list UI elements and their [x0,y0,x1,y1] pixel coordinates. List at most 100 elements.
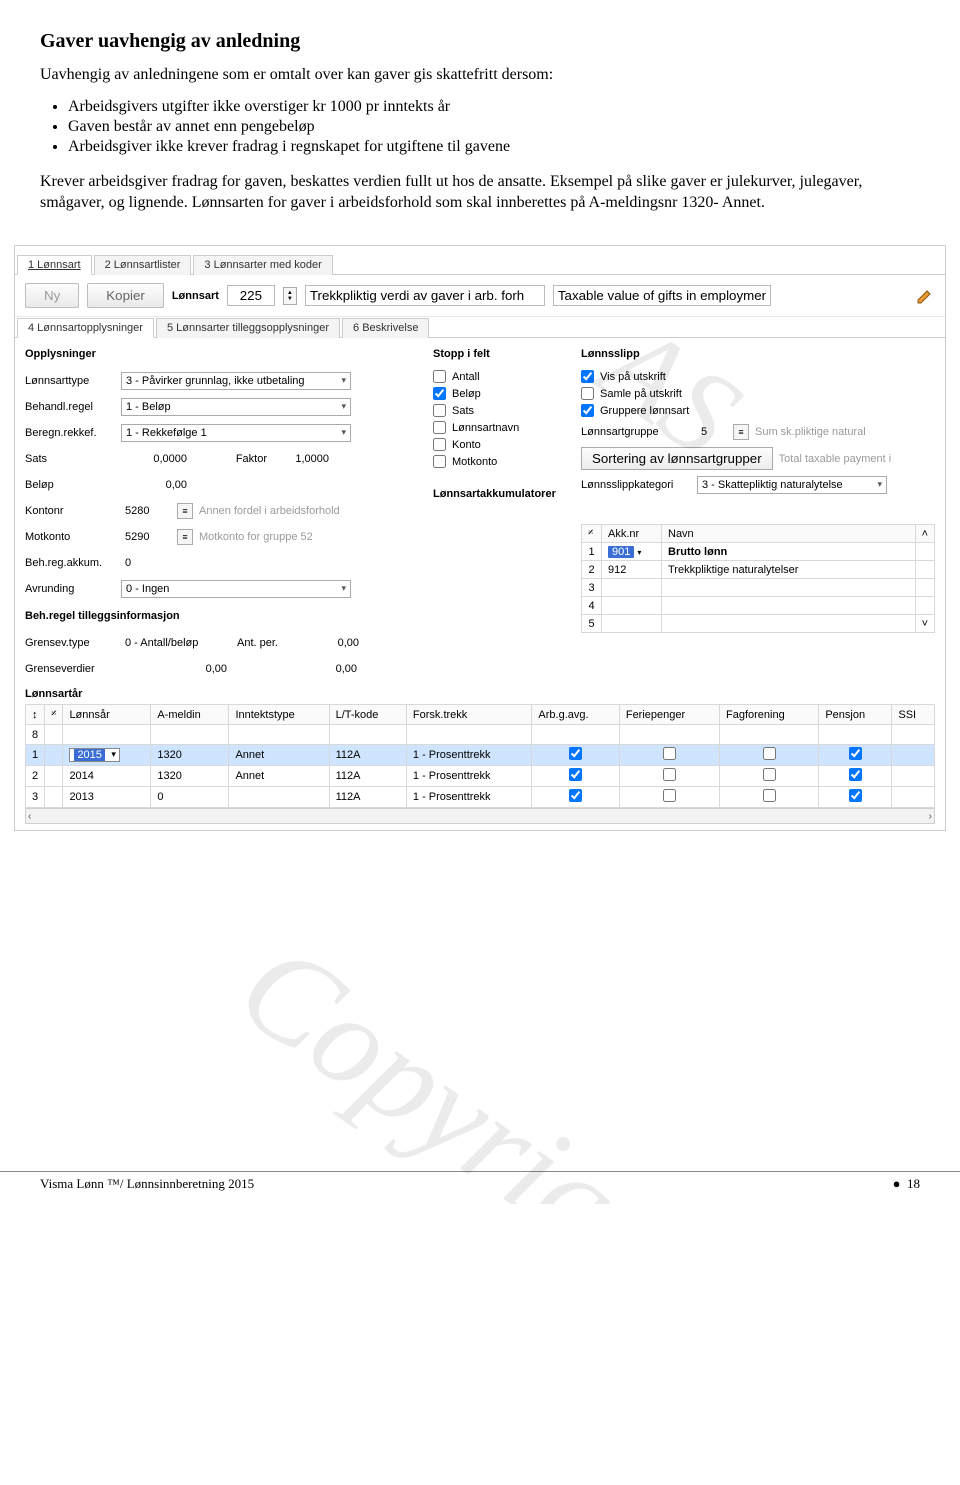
field-label: Sats [25,453,115,465]
table-row[interactable]: 5˅ [582,615,935,633]
col-header[interactable]: Inntektstype [229,705,329,725]
section-heading: Opplysninger [25,348,415,360]
kontonr-value: 5280 [121,503,171,519]
tab-beskrivelse[interactable]: 6 Beskrivelse [342,318,429,338]
scroll-left-icon[interactable]: ‹ [28,811,31,822]
lonnsartgruppe-value: 5 [697,424,727,440]
field-label: Lønnsslippkategori [581,479,691,491]
table-row[interactable]: 1901 ▾Brutto lønn [582,543,935,561]
table-row[interactable]: 320130112A1 - Prosenttrekk [26,787,935,808]
field-label: Grensev.type [25,637,115,649]
table-row[interactable]: 2912Trekkpliktige naturalytelser [582,561,935,579]
col-header[interactable]: Fagforening [720,705,819,725]
belop-value: 0,00 [121,477,191,493]
akkum-heading: Lønnsartakkumulatorer [433,488,563,500]
field-label: Avrunding [25,583,115,595]
field-label: Ant. per. [237,637,307,649]
col-header[interactable]: SSI [892,705,935,725]
chk-antall[interactable]: Antall [433,370,563,383]
akkumulator-table: 𝄎 Akk.nr Navn ˄ 1901 ▾Brutto lønn2912Tre… [581,524,935,633]
field-label: Lønnsarttype [25,375,115,387]
doc-bullet: Arbeidsgivers utgifter ikke overstiger k… [68,98,920,116]
lookup-icon[interactable]: ≡ [177,503,193,519]
tab-opplysninger[interactable]: 4 Lønnsartopplysninger [17,318,154,338]
subsection-heading: Beh.regel tilleggsinformasjon [25,610,415,622]
chk-belop[interactable]: Beløp [433,387,563,400]
footer-right: ● 18 [893,1176,920,1192]
doc-heading: Gaver uavhengig av anledning [40,30,920,53]
behregakkum-value: 0 [121,555,135,571]
lonnsart-number-input[interactable] [227,285,275,306]
document-text: Gaver uavhengig av anledning Uavhengig a… [0,0,960,235]
tab-lonnsarter-med-koder[interactable]: 3 Lønnsarter med koder [193,255,332,275]
col-header[interactable]: Lønnsår [63,705,151,725]
spinner-icon[interactable]: ▲▼ [283,287,297,305]
col-header[interactable]: L/T-kode [329,705,406,725]
lonnsart-desc-en-input[interactable] [553,285,771,306]
beregnrekkef-dropdown[interactable]: 1 - Rekkefølge 1 [121,424,351,442]
grenseverdier-v1: 0,00 [121,661,231,677]
chk-samle-utskrift[interactable]: Samle på utskrift [581,387,935,400]
field-label: Beregn.rekkef. [25,427,115,439]
chk-motkonto[interactable]: Motkonto [433,455,563,468]
app-window: 1 Lønnsart 2 Lønnsartlister 3 Lønnsarter… [14,245,946,831]
chk-lonnsartnavn[interactable]: Lønnsartnavn [433,421,563,434]
col-header[interactable]: Pensjon [819,705,892,725]
tab-tillegg[interactable]: 5 Lønnsarter tilleggsopplysninger [156,318,340,338]
lonnsart-desc-input[interactable] [305,285,545,306]
copy-button[interactable]: Kopier [87,283,164,308]
avrunding-dropdown[interactable]: 0 - Ingen [121,580,351,598]
field-label: Beh.reg.akkum. [25,557,115,569]
section-heading: Lønnsartår [15,684,945,704]
chk-sats[interactable]: Sats [433,404,563,417]
field-label: Lønnsartgruppe [581,426,691,438]
scroll-up-icon[interactable]: ˄ [915,525,934,543]
table-row[interactable]: 120151320Annet112A1 - Prosenttrekk [26,745,935,766]
lonnsartar-table: ↕𝄎LønnsårA-meldinInntektstypeL/T-kodeFor… [25,704,935,808]
page-footer: Visma Lønn ™/ Lønnsinnberetning 2015 ● 1… [0,1171,960,1204]
horizontal-scrollbar[interactable]: ‹ › [25,808,935,824]
tab-lonnsart[interactable]: 1 Lønnsart [17,255,92,275]
section-heading: Lønnsslipp [581,348,935,360]
lonnsartgruppe-hint: Sum sk.pliktige natural [755,426,866,438]
section-heading: Stopp i felt [433,348,563,360]
doc-bullet: Arbeidsgiver ikke krever fradrag i regns… [68,138,920,156]
toolbar: Ny Kopier Lønnsart ▲▼ [15,275,945,317]
scroll-right-icon[interactable]: › [929,811,932,822]
sortering-button[interactable]: Sortering av lønnsartgrupper [581,447,773,470]
col-header[interactable]: Arb.g.avg. [532,705,619,725]
field-label: Behandl.regel [25,401,115,413]
lonnsslippkategori-dropdown[interactable]: 3 - Skattepliktig naturalytelse [697,476,887,494]
col-header[interactable]: A-meldin [151,705,229,725]
form-area: Opplysninger Lønnsarttype 3 - Påvirker g… [15,338,945,684]
scroll-down-icon[interactable]: ˅ [915,615,934,633]
chk-konto[interactable]: Konto [433,438,563,451]
sats-value: 0,0000 [121,451,191,467]
motkonto-hint: Motkonto for gruppe 52 [199,531,313,543]
col-akknr: Akk.nr [602,525,662,543]
sort-icon[interactable]: ↕ [26,705,45,725]
tab-lonnsartlister[interactable]: 2 Lønnsartlister [94,255,192,275]
edit-icon[interactable] [915,286,935,306]
field-label: Kontonr [25,505,115,517]
faktor-value: 1,0000 [273,451,333,467]
behandlregel-dropdown[interactable]: 1 - Beløp [121,398,351,416]
col-paperclip-icon: 𝄎 [582,525,602,543]
table-row[interactable]: 8 [26,725,935,745]
new-button[interactable]: Ny [25,283,79,308]
chk-gruppere[interactable]: Gruppere lønnsart [581,404,935,417]
col-navn: Navn [662,525,916,543]
table-row[interactable]: 220141320Annet112A1 - Prosenttrekk [26,766,935,787]
sortering-hint: Total taxable payment i [779,453,892,465]
doc-intro: Uavhengig av anledningene som er omtalt … [40,65,920,86]
col-header[interactable]: Feriepenger [619,705,719,725]
tabbar-primary: 1 Lønnsart 2 Lønnsartlister 3 Lønnsarter… [15,254,945,275]
lonnsarttype-dropdown[interactable]: 3 - Påvirker grunnlag, ikke utbetaling [121,372,351,390]
table-row[interactable]: 3 [582,579,935,597]
table-row[interactable]: 4 [582,597,935,615]
col-header[interactable]: Forsk.trekk [406,705,532,725]
lookup-icon[interactable]: ≡ [177,529,193,545]
paperclip-icon[interactable]: 𝄎 [45,705,63,725]
chk-vis-utskrift[interactable]: Vis på utskrift [581,370,935,383]
lookup-icon[interactable]: ≡ [733,424,749,440]
